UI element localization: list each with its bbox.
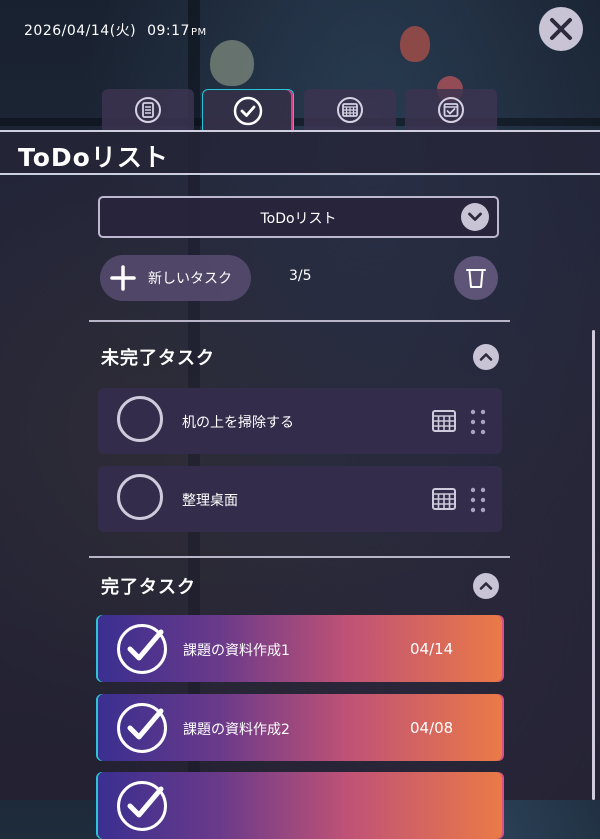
calendar-icon bbox=[337, 97, 363, 123]
tab-memo[interactable] bbox=[102, 89, 194, 131]
task-date: 04/14 bbox=[410, 640, 454, 658]
task-name: 課題の資料作成2 bbox=[183, 722, 290, 738]
calendar-icon[interactable] bbox=[431, 486, 457, 512]
task-date: 04/08 bbox=[410, 719, 454, 737]
completed-task-row[interactable]: 課題の資料作成1 04/14 bbox=[98, 615, 502, 682]
task-name: 机の上を掃除する bbox=[182, 415, 294, 431]
divider bbox=[89, 556, 510, 558]
plus-icon bbox=[110, 265, 136, 291]
date-text: 2026/04/14(火) bbox=[24, 23, 137, 39]
close-button[interactable] bbox=[539, 7, 583, 51]
tab-calendar[interactable] bbox=[304, 89, 396, 131]
tab-bar bbox=[102, 89, 498, 131]
task-count: 3/5 bbox=[289, 268, 312, 284]
list-icon bbox=[135, 97, 161, 123]
divider bbox=[89, 320, 510, 322]
check-icon bbox=[127, 629, 164, 661]
new-task-label: 新しいタスク bbox=[148, 271, 232, 287]
calendar-check-icon bbox=[438, 97, 464, 123]
scrollbar[interactable] bbox=[592, 330, 595, 800]
task-checkbox[interactable] bbox=[117, 474, 163, 520]
tab-schedule[interactable] bbox=[405, 89, 497, 131]
datetime-display: 2026/04/14(火) 09:17PM bbox=[24, 20, 207, 40]
calendar-icon[interactable] bbox=[431, 408, 457, 434]
meridiem-text: PM bbox=[190, 27, 207, 38]
completed-task-row[interactable] bbox=[98, 772, 502, 839]
list-selector-value: ToDoリスト bbox=[260, 211, 337, 227]
list-selector-dropdown[interactable]: ToDoリスト bbox=[98, 196, 499, 238]
dropdown-toggle[interactable] bbox=[461, 203, 489, 231]
new-task-button[interactable]: 新しいタスク bbox=[100, 255, 251, 301]
delete-button[interactable] bbox=[454, 256, 498, 300]
time-text: 09:17 bbox=[147, 23, 190, 39]
task-checkbox[interactable] bbox=[117, 781, 167, 831]
task-checkbox[interactable] bbox=[117, 703, 167, 753]
incomplete-section-title: 未完了タスク bbox=[101, 348, 215, 369]
check-circle-icon bbox=[233, 96, 263, 125]
balloon-decoration bbox=[400, 26, 430, 62]
close-icon bbox=[550, 18, 572, 40]
task-row[interactable]: 整理桌面 bbox=[98, 466, 502, 532]
title-bar: ToDoリスト bbox=[0, 130, 600, 175]
balloon-decoration bbox=[210, 40, 254, 86]
task-checkbox[interactable] bbox=[117, 396, 163, 442]
task-name: 整理桌面 bbox=[182, 493, 238, 509]
drag-handle-icon[interactable] bbox=[470, 487, 486, 513]
tab-todo[interactable] bbox=[202, 89, 294, 131]
task-row[interactable]: 机の上を掃除する bbox=[98, 388, 502, 454]
page-title: ToDoリスト bbox=[18, 143, 169, 172]
incomplete-collapse-button[interactable] bbox=[473, 344, 499, 370]
check-icon bbox=[127, 708, 164, 740]
chevron-up-icon bbox=[479, 582, 493, 590]
completed-collapse-button[interactable] bbox=[473, 573, 499, 599]
chevron-up-icon bbox=[479, 353, 493, 361]
drag-handle-icon[interactable] bbox=[470, 409, 486, 435]
completed-section-title: 完了タスク bbox=[101, 577, 196, 598]
chevron-down-icon bbox=[468, 212, 482, 221]
task-name: 課題の資料作成1 bbox=[183, 643, 290, 659]
trash-icon bbox=[466, 269, 486, 288]
check-icon bbox=[127, 786, 164, 818]
task-checkbox[interactable] bbox=[117, 624, 167, 674]
completed-task-row[interactable]: 課題の資料作成2 04/08 bbox=[98, 694, 502, 761]
